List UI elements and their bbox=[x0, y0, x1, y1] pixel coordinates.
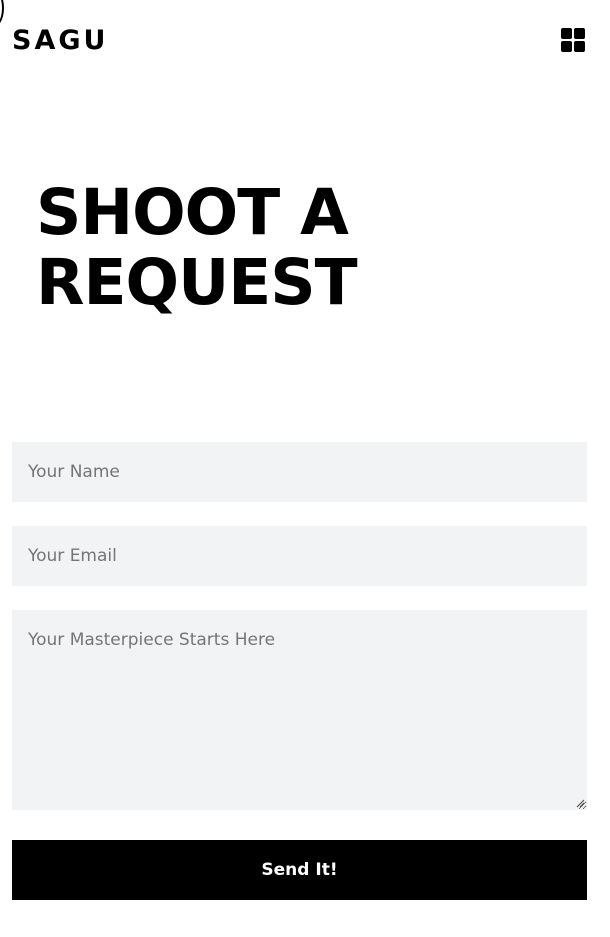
page-title-line-1: SHOOT A bbox=[36, 176, 349, 249]
site-logo[interactable]: SAGU bbox=[12, 24, 108, 58]
partial-circle-icon bbox=[0, 0, 4, 26]
page-title: SHOOT A REQUEST bbox=[36, 178, 456, 318]
grid-menu-square bbox=[574, 41, 585, 52]
page-title-line-2: REQUEST bbox=[36, 246, 358, 319]
grid-menu-icon[interactable] bbox=[561, 28, 585, 52]
name-field[interactable] bbox=[12, 442, 587, 502]
send-button[interactable]: Send It! bbox=[12, 840, 587, 900]
message-field[interactable] bbox=[12, 610, 587, 810]
grid-menu-square bbox=[561, 28, 572, 39]
resize-grip-icon[interactable] bbox=[575, 798, 585, 808]
grid-menu-square bbox=[574, 28, 585, 39]
email-field[interactable] bbox=[12, 526, 587, 586]
page: SAGU SHOOT A REQUEST Send It! bbox=[0, 0, 610, 937]
grid-menu-square bbox=[561, 41, 572, 52]
